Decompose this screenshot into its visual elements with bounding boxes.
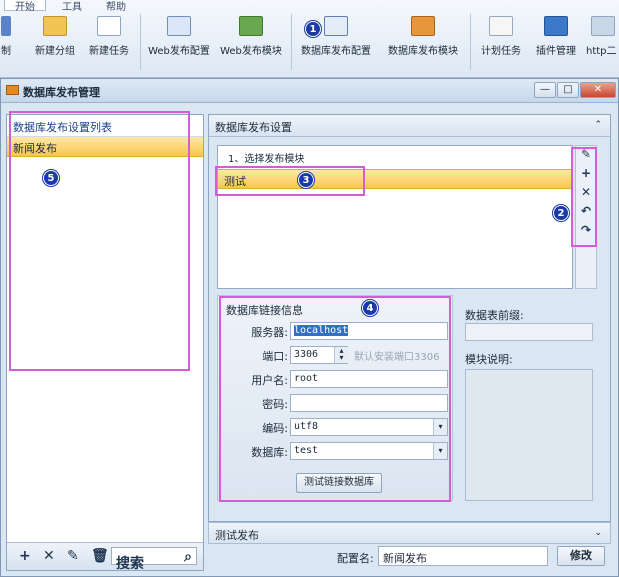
db-config-icon — [324, 16, 348, 36]
ribbon-left-fragment[interactable]: 制 — [0, 16, 12, 76]
schedule-icon — [489, 16, 513, 36]
new-task-button[interactable]: 新建任务 — [84, 16, 134, 76]
annotation-badge: 2 — [553, 205, 569, 221]
publish-settings-header[interactable]: 数据库发布设置 ⌃ — [209, 115, 610, 137]
web-publish-config-button[interactable]: Web发布配置 — [144, 16, 214, 76]
web-module-icon — [239, 16, 263, 36]
edit-icon[interactable]: ✎ — [67, 548, 79, 564]
annotation-box-5 — [9, 111, 190, 371]
ribbon-separator — [140, 14, 141, 70]
web-publish-module-button[interactable]: Web发布模块 — [216, 16, 286, 76]
annotation-box-2 — [571, 147, 597, 247]
modify-button[interactable]: 修改 — [557, 546, 605, 566]
annotation-badge: 1 — [305, 21, 321, 37]
ribbon-separator — [291, 14, 292, 70]
config-name-input[interactable]: 新闻发布 — [378, 546, 548, 566]
expand-down-icon[interactable]: ⌄ — [594, 528, 602, 538]
add-icon[interactable]: + — [19, 548, 31, 564]
http-icon — [590, 16, 615, 36]
db-publish-module-button[interactable]: 数据库发布模块 — [383, 16, 463, 76]
folder-icon — [43, 16, 67, 36]
window-title: 数据库发布管理 — [23, 86, 100, 99]
trash-icon[interactable]: 🗑 — [91, 548, 109, 564]
module-desc-label: 模块说明: — [465, 353, 513, 366]
db-module-icon — [411, 16, 435, 36]
ribbon: 开始 工具 帮助 制 新建分组 新建任务 Web发布配置 Web发布模块 数据库… — [0, 0, 619, 78]
puzzle-icon — [544, 16, 568, 36]
http-button[interactable]: http二 — [586, 16, 619, 76]
plugin-manager-button[interactable]: 插件管理 — [532, 16, 580, 76]
close-button[interactable]: ✕ — [580, 82, 616, 98]
annotation-box-3 — [215, 166, 365, 196]
new-group-button[interactable]: 新建分组 — [30, 16, 80, 76]
ribbon-separator — [470, 14, 471, 70]
annotation-box-4 — [219, 296, 451, 502]
collapse-up-icon[interactable]: ⌃ — [594, 120, 602, 130]
new-document-icon — [97, 16, 121, 36]
minimize-button[interactable]: — — [534, 82, 556, 98]
table-prefix-input[interactable] — [465, 323, 593, 341]
web-config-icon — [167, 16, 191, 36]
list-toolbar: + ✕ ✎ 🗑 搜索 ⌕ — [7, 542, 203, 572]
tab-start[interactable]: 开始 — [4, 0, 46, 13]
window-icon — [6, 85, 19, 95]
annotation-badge: 5 — [43, 170, 59, 186]
table-prefix-label: 数据表前缀: — [465, 309, 524, 322]
search-icon: ⌕ — [184, 549, 192, 565]
config-name-label: 配置名: — [337, 552, 374, 565]
search-input[interactable]: 搜索 ⌕ — [111, 547, 197, 572]
window-titlebar[interactable]: 数据库发布管理 — □ ✕ — [1, 79, 618, 103]
tab-help[interactable]: 帮助 — [96, 0, 136, 13]
app-icon — [1, 16, 11, 36]
scheduled-task-button[interactable]: 计划任务 — [476, 16, 526, 76]
ribbon-tabs: 开始 工具 帮助 — [0, 0, 619, 13]
delete-icon[interactable]: ✕ — [43, 548, 55, 564]
annotation-badge: 3 — [298, 172, 314, 188]
test-publish-section[interactable]: 测试发布 ⌄ — [208, 522, 611, 544]
tab-tools[interactable]: 工具 — [52, 0, 92, 13]
module-desc-area[interactable] — [465, 369, 593, 501]
annotation-badge: 4 — [362, 300, 378, 316]
maximize-button[interactable]: □ — [557, 82, 579, 98]
